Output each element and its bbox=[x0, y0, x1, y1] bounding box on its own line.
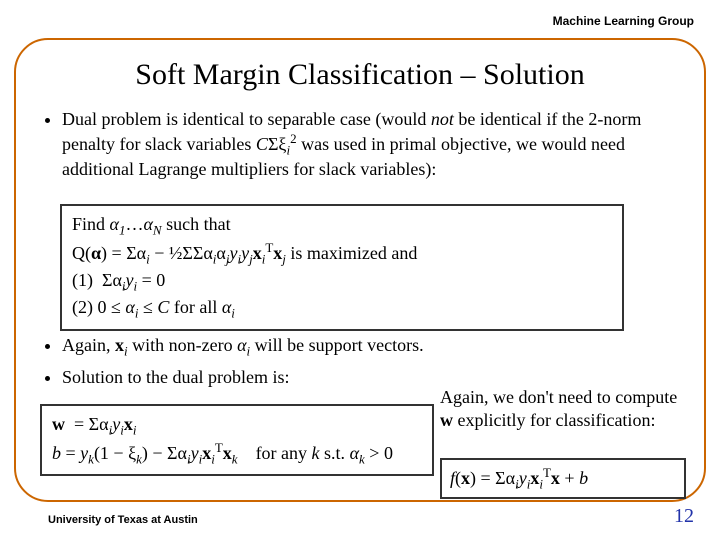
slide: Machine Learning Group Soft Margin Class… bbox=[0, 0, 720, 540]
bullet-2a: Again, xi with non-zero αi will be suppo… bbox=[62, 334, 680, 360]
box3-T: T bbox=[543, 465, 551, 480]
box1-l4a: (2) 0 ≤ bbox=[72, 297, 125, 317]
aside-3: explicitly for classification: bbox=[453, 410, 655, 430]
box2-b: b bbox=[52, 443, 61, 463]
box1-l2-a2: α bbox=[216, 243, 225, 263]
footer-affiliation: University of Texas at Austin bbox=[48, 514, 198, 526]
box1-l3-eq: = 0 bbox=[137, 270, 165, 290]
aside-w: w bbox=[440, 410, 453, 430]
box1-l2-mid: − ½ΣΣα bbox=[150, 243, 213, 263]
bullet-1: Dual problem is identical to separable c… bbox=[62, 108, 680, 181]
box1-l4-alpha2: α bbox=[222, 297, 231, 317]
box2-l2-b: ) − Σα bbox=[142, 443, 187, 463]
page-title: Soft Margin Classification – Solution bbox=[0, 58, 720, 92]
bullet-1-C: C bbox=[256, 134, 268, 154]
page-number: 12 bbox=[674, 505, 694, 528]
box1-l1a: Find bbox=[72, 214, 110, 234]
box1-alphaN: α bbox=[143, 214, 152, 234]
box1-line2: Q(α) = Σαi − ½ΣΣαiαjyiyjxiTxj is maximiz… bbox=[72, 239, 612, 268]
box2-l2-gt: > 0 bbox=[365, 443, 393, 463]
box1-l1e: such that bbox=[162, 214, 231, 234]
bullet-list-2: Again, xi with non-zero αi will be suppo… bbox=[40, 334, 680, 388]
box2-line1: w = Σαiyixi bbox=[52, 412, 422, 439]
box1-Q: Q(α) = Σα bbox=[72, 243, 146, 263]
box1-l4-i2: i bbox=[231, 306, 235, 321]
box3-plusb: + b bbox=[560, 468, 588, 488]
box2-l2-y: y bbox=[191, 443, 199, 463]
b2b-1: Solution to the dual problem is: bbox=[62, 367, 290, 387]
box3-close: ) = Σα bbox=[470, 468, 515, 488]
box2-l2-T: T bbox=[215, 440, 223, 455]
box2-l2-a: = y bbox=[61, 443, 88, 463]
box3-xi: x bbox=[530, 468, 539, 488]
box1-l3-y: y bbox=[126, 270, 134, 290]
content-block-1: Dual problem is identical to separable c… bbox=[40, 108, 680, 187]
box2-l1-x: x bbox=[124, 414, 133, 434]
box2-w: w bbox=[52, 414, 65, 434]
box1-l3-a: (1) Σα bbox=[72, 270, 122, 290]
box2-l2-x: x bbox=[202, 443, 211, 463]
dual-problem-box: Find α1…αN such that Q(α) = Σαi − ½ΣΣαiα… bbox=[60, 204, 624, 331]
box1-l2-tail: is maximized and bbox=[286, 243, 417, 263]
bullet-list-1: Dual problem is identical to separable c… bbox=[40, 108, 680, 181]
box2-l1-y: y bbox=[112, 414, 120, 434]
bullet-1-sigma: Σξ bbox=[268, 134, 287, 154]
bullet-2b: Solution to the dual problem is: bbox=[62, 366, 680, 389]
box2-l1-eq: = Σα bbox=[65, 414, 109, 434]
box1-line3: (1) Σαiyi = 0 bbox=[72, 268, 612, 295]
box2-line2: b = yk(1 − ξk) − ΣαiyixiTxk for any k s.… bbox=[52, 439, 422, 468]
box1-l4-alpha: α bbox=[125, 297, 134, 317]
box1-dots: … bbox=[125, 214, 143, 234]
decision-function-box: f(x) = ΣαiyixiTx + b bbox=[440, 458, 686, 499]
box1-line4: (2) 0 ≤ αi ≤ C for all αi bbox=[72, 295, 612, 322]
box2-l2-tail: for any k s.t. α bbox=[238, 443, 359, 463]
b2a-alpha: α bbox=[237, 335, 246, 355]
box1-line1: Find α1…αN such that bbox=[72, 212, 612, 239]
box1-l4-mid: ≤ C for all bbox=[138, 297, 221, 317]
box1-l2-x1: x bbox=[253, 243, 262, 263]
b2a-2: with non-zero bbox=[128, 335, 237, 355]
aside-1: Again, we don't need to compute bbox=[440, 387, 677, 407]
box2-l2-xk: x bbox=[223, 443, 232, 463]
box1-l2-x2: x bbox=[273, 243, 282, 263]
box3-line1: f(x) = ΣαiyixiTx + b bbox=[450, 464, 676, 493]
box3-x2: x bbox=[551, 468, 560, 488]
header-group: Machine Learning Group bbox=[553, 14, 694, 28]
box3-y: y bbox=[519, 468, 527, 488]
bullet-1-not: not bbox=[431, 109, 454, 129]
box3-x: x bbox=[461, 468, 470, 488]
box1-alpha1: α bbox=[110, 214, 119, 234]
b2a-x: x bbox=[115, 335, 124, 355]
box1-l2-y2: y bbox=[241, 243, 249, 263]
box2-l2-par: (1 − ξ bbox=[94, 443, 136, 463]
b2a-1: Again, bbox=[62, 335, 115, 355]
box2-l1-i3: i bbox=[133, 423, 137, 438]
aside-text: Again, we don't need to compute w explic… bbox=[440, 386, 688, 431]
solution-box: w = Σαiyixi b = yk(1 − ξk) − ΣαiyixiTxk … bbox=[40, 404, 434, 476]
bullet-1-a: Dual problem is identical to separable c… bbox=[62, 109, 431, 129]
box1-subN: N bbox=[153, 223, 162, 238]
b2a-3: will be support vectors. bbox=[250, 335, 423, 355]
